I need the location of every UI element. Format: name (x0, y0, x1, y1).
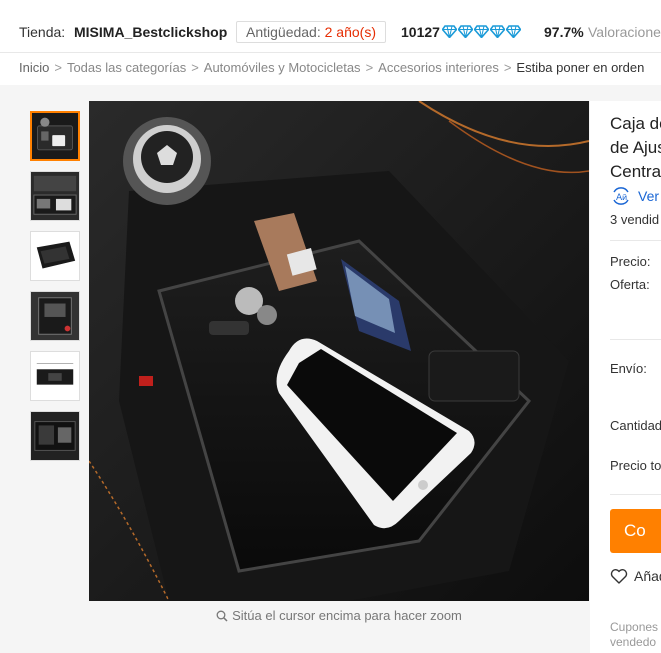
breadcrumb-item-interior-accessories[interactable]: Accesorios interiores (378, 60, 499, 75)
breadcrumb-item-automotive[interactable]: Automóviles y Motocicletas (204, 60, 361, 75)
seller-coupons: Cupones vendedo (610, 620, 661, 650)
thumbnail-2[interactable] (30, 171, 80, 221)
add-to-wishlist-button[interactable]: Añad (610, 568, 661, 584)
breadcrumb-separator: > (54, 60, 62, 75)
coupons-line: Cupones (610, 620, 659, 634)
zoom-hint-text: Sitúa el cursor encima para hacer zoom (232, 608, 462, 623)
diamond-icon (490, 25, 505, 38)
thumbnail-3[interactable] (30, 231, 80, 281)
buy-now-button[interactable]: Co (610, 509, 661, 553)
store-label: Tienda: (19, 24, 66, 40)
breadcrumb-item-all-categories[interactable]: Todas las categorías (67, 60, 186, 75)
svg-text:й: й (622, 193, 627, 202)
product-title-line: Central (610, 162, 661, 181)
breadcrumb-separator: > (365, 60, 374, 75)
product-info-panel: Caja de de Ajus Central Aй Ver 3 vendid … (590, 101, 661, 653)
store-rank-diamonds (442, 25, 521, 38)
store-score[interactable]: 10127 (401, 24, 440, 40)
store-age-label: Antigüedad: (246, 24, 321, 40)
shipping-label: Envío: (610, 361, 647, 376)
verify-link[interactable]: Aй Ver (610, 186, 659, 206)
diamond-icon (458, 25, 473, 38)
price-label: Precio: (610, 254, 651, 269)
store-age-badge: Antigüedad: 2 año(s) (236, 21, 386, 43)
zoom-hint: Sitúa el cursor encima para hacer zoom (89, 608, 589, 623)
divider (610, 494, 661, 495)
divider (610, 240, 661, 241)
thumbnail-1[interactable] (30, 111, 80, 161)
breadcrumb-item-home[interactable]: Inicio (19, 60, 49, 75)
diamond-icon (442, 25, 457, 38)
verify-label: Ver (638, 188, 660, 204)
store-name-link[interactable]: MISIMA_Bestclickshop (74, 24, 227, 40)
thumbnail-6[interactable] (30, 411, 80, 461)
diamond-icon (506, 25, 521, 38)
offer-label: Oferta: (610, 277, 650, 292)
wishlist-label: Añad (634, 568, 661, 584)
breadcrumb-current: Estiba poner en orden (516, 60, 645, 75)
translate-icon: Aй (613, 187, 629, 205)
thumbnail-4[interactable] (30, 291, 80, 341)
heart-icon (610, 569, 628, 584)
positive-feedback-percent: 97.7% (544, 24, 584, 40)
product-title-line: de Ajus (610, 138, 661, 157)
diamond-icon (474, 25, 489, 38)
breadcrumb: Inicio > Todas las categorías > Automóvi… (19, 60, 644, 75)
product-title-line: Caja de (610, 114, 661, 133)
store-age-value: 2 año(s) (324, 24, 376, 40)
store-bar: Tienda: MISIMA_Bestclickshop Antigüedad:… (0, 0, 661, 53)
breadcrumb-separator: > (191, 60, 199, 75)
main-product-image[interactable] (89, 101, 589, 601)
magnifier-icon (216, 610, 228, 622)
thumbnail-5[interactable] (30, 351, 80, 401)
divider (610, 339, 661, 340)
product-title: Caja de de Ajus Central (610, 112, 661, 184)
coupons-line: vendedo (610, 635, 657, 649)
breadcrumb-separator: > (503, 60, 512, 75)
quantity-label: Cantidad (610, 418, 661, 433)
ratings-label: Valoraciones (588, 24, 661, 40)
total-price-label: Precio to (610, 458, 661, 473)
sold-count: 3 vendid (610, 212, 660, 227)
